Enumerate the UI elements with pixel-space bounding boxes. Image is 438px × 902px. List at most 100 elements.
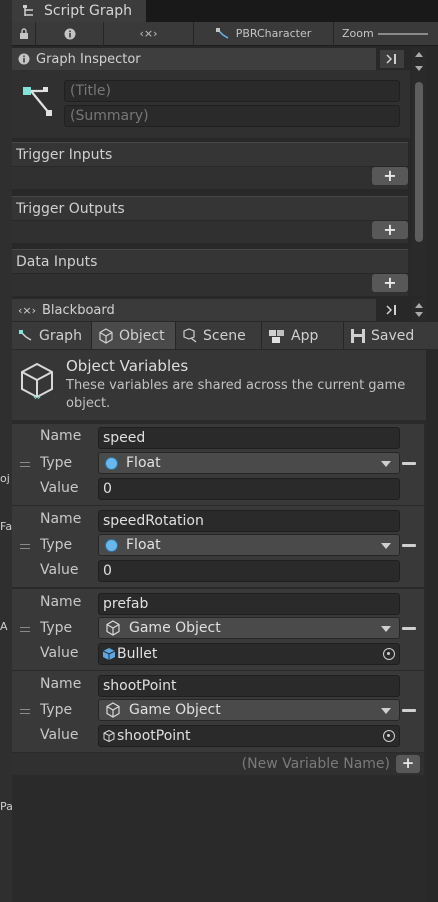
remove-variable-button[interactable] [402, 709, 416, 712]
object-field[interactable]: Bullet [98, 643, 400, 665]
left-strip-text: A [0, 620, 8, 633]
svg-text:‹›: ‹› [33, 392, 41, 402]
value-label: Value [40, 480, 79, 496]
tab-object[interactable]: Object [92, 322, 176, 349]
type-label: Type [40, 455, 73, 471]
graph-summary-input[interactable]: (Summary) [64, 105, 400, 127]
name-label: Name [40, 676, 82, 692]
remove-variable-button[interactable] [402, 544, 416, 547]
value-label: Value [40, 562, 79, 578]
drag-handle-icon[interactable] [20, 462, 30, 467]
scene-icon [183, 327, 197, 342]
save-icon [351, 328, 365, 343]
left-strip-text: Pa [0, 800, 12, 813]
remove-variable-button[interactable] [402, 627, 416, 630]
tab-app[interactable]: App [262, 322, 344, 349]
zoom-slider[interactable] [377, 32, 428, 35]
trigger-outputs-label: Trigger Outputs [16, 200, 125, 217]
variable-type-dropdown[interactable]: Game Object [98, 617, 400, 639]
scroll-down-icon[interactable] [415, 66, 423, 71]
lock-button[interactable] [12, 21, 36, 46]
trigger-inputs-list: + [12, 167, 408, 189]
graph-title-input[interactable]: (Title) [64, 80, 400, 102]
object-picker-icon[interactable] [383, 648, 395, 660]
prefab-icon [103, 648, 115, 660]
panel-menu-button[interactable] [380, 50, 404, 68]
drag-handle-icon[interactable] [20, 709, 30, 714]
graph-breadcrumb[interactable]: PBRCharacter [194, 21, 334, 46]
drag-handle-icon[interactable] [20, 627, 30, 632]
trigger-outputs-list: + [12, 221, 408, 243]
variables-toggle-button[interactable]: ‹×› [104, 21, 194, 46]
graph-name: PBRCharacter [235, 27, 312, 40]
data-inputs-label: Data Inputs [16, 253, 98, 270]
variable-value-input[interactable]: 0 [98, 560, 400, 582]
variable-row: Name prefab Type Game Object Value Bulle… [12, 589, 424, 671]
chevron-down-icon [381, 543, 391, 549]
name-label: Name [40, 594, 82, 610]
inspector-toggle-button[interactable] [36, 21, 104, 46]
drag-handle-icon[interactable] [20, 544, 30, 549]
inspector-scrollbar[interactable] [412, 48, 426, 296]
float-type-icon [105, 456, 118, 470]
variable-type-value: Float [126, 455, 161, 471]
object-field-value: shootPoint [117, 728, 191, 744]
tab-script-graph[interactable]: Script Graph [12, 0, 146, 22]
tab-label: Saved [371, 327, 415, 344]
tab-saved[interactable]: Saved [344, 322, 438, 349]
variable-type-dropdown[interactable]: Game Object [98, 699, 400, 721]
trigger-inputs-label: Trigger Inputs [16, 146, 113, 163]
variable-row: Name shootPoint Type Game Object Value s… [12, 671, 424, 753]
blackboard-title: Blackboard [42, 302, 115, 318]
object-variables-description: These variables are shared across the cu… [66, 378, 406, 411]
add-trigger-input-button[interactable]: + [372, 167, 408, 185]
graph-icon [215, 27, 229, 39]
blackboard-menu-button[interactable] [380, 301, 404, 319]
tab-label: App [291, 327, 319, 344]
new-variable-name-input[interactable]: (New Variable Name) [242, 753, 390, 775]
blackboard-scroll-arrows[interactable] [412, 299, 426, 321]
remove-variable-button[interactable] [402, 462, 416, 465]
variable-type-dropdown[interactable]: Float [98, 534, 400, 556]
blackboard-header: ‹×› Blackboard [12, 299, 376, 321]
trigger-outputs-header[interactable]: Trigger Outputs [12, 196, 408, 220]
scroll-thumb[interactable] [415, 82, 423, 242]
type-label: Type [40, 620, 73, 636]
variable-name-input[interactable]: shootPoint [98, 675, 400, 697]
trigger-inputs-header[interactable]: Trigger Inputs [12, 142, 408, 166]
game-object-icon [106, 620, 120, 636]
scroll-down-icon[interactable] [415, 312, 423, 317]
add-data-input-button[interactable]: + [372, 274, 408, 292]
tab-graph[interactable]: Graph [12, 322, 92, 349]
scroll-up-icon[interactable] [415, 52, 423, 57]
info-icon [64, 28, 75, 39]
zoom-label: Zoom [342, 27, 374, 40]
zoom-control[interactable]: Zoom [334, 22, 438, 46]
tab-label: Scene [203, 327, 246, 344]
window-tabbar: Script Graph [12, 0, 438, 22]
add-variable-button[interactable]: + [396, 755, 420, 773]
cube-icon [99, 327, 113, 344]
add-trigger-output-button[interactable]: + [372, 221, 408, 239]
object-picker-icon[interactable] [383, 730, 395, 742]
graph-logo-icon [23, 87, 52, 116]
object-variables-icon: ‹› [21, 362, 53, 402]
left-strip-text: oj [0, 472, 10, 485]
app-icon [269, 329, 284, 343]
variable-name-input[interactable]: prefab [98, 593, 400, 615]
variables-icon: ‹×› [18, 303, 37, 317]
graph-icon [23, 5, 33, 16]
variable-name-input[interactable]: speedRotation [98, 510, 400, 532]
variable-name-input[interactable]: speed [98, 427, 400, 449]
variable-type-dropdown[interactable]: Float [98, 452, 400, 474]
info-icon [18, 53, 30, 65]
scroll-up-icon[interactable] [415, 303, 423, 308]
object-field[interactable]: shootPoint [98, 725, 400, 747]
variable-value-input[interactable]: 0 [98, 478, 400, 500]
variable-row: Name speedRotation Type Float Value 0 [12, 506, 424, 588]
panel-menu-icon [386, 54, 396, 64]
data-inputs-header[interactable]: Data Inputs [12, 249, 408, 273]
tab-scene[interactable]: Scene [176, 322, 262, 349]
object-variables-header: ‹› Object Variables These variables are … [12, 350, 426, 420]
variable-type-value: Float [126, 537, 161, 553]
